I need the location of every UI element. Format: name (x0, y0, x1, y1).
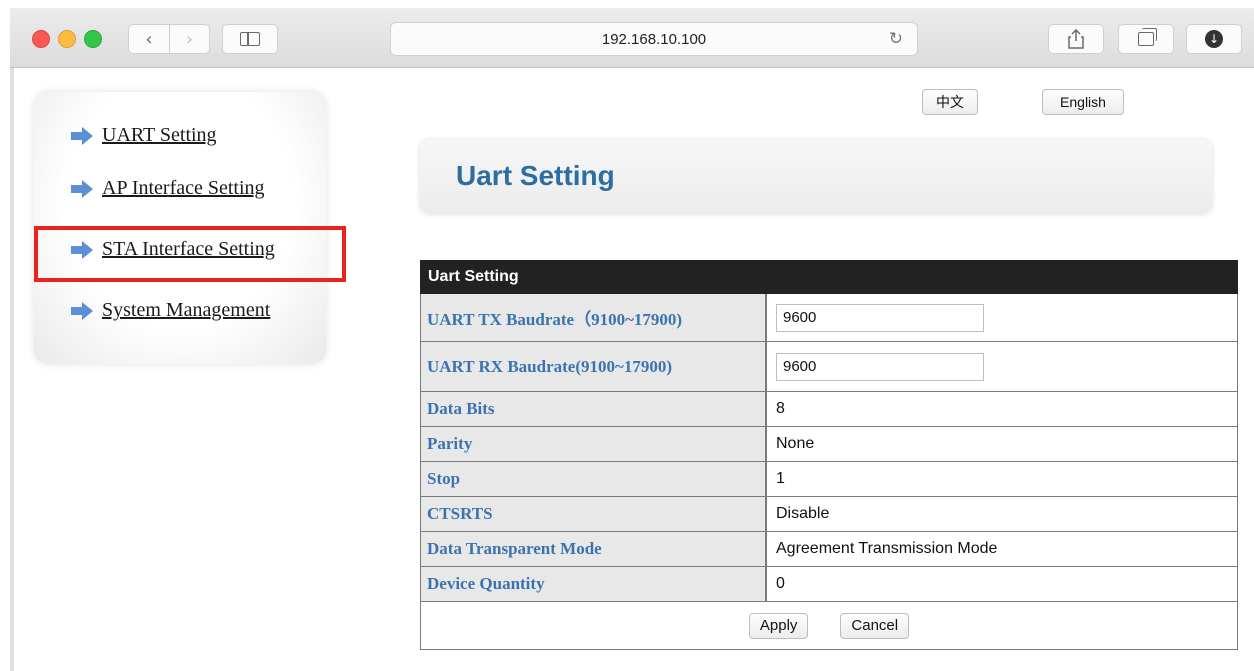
table-row-data-transparent-mode: Data Transparent Mode Agreement Transmis… (420, 532, 1238, 567)
tabs-icon (1138, 28, 1157, 46)
show-tabs-button[interactable] (1118, 24, 1174, 54)
chinese-language-button[interactable]: 中文 (922, 89, 978, 115)
forward-button[interactable]: › (170, 24, 210, 54)
row-label: Data Bits (421, 392, 767, 426)
chevron-right-icon: › (185, 28, 194, 50)
back-button[interactable]: ‹ (128, 24, 170, 54)
address-bar[interactable]: 192.168.10.100 ↻ (390, 22, 918, 56)
stop-value: 1 (767, 462, 1237, 496)
url-text: 192.168.10.100 (601, 30, 707, 48)
arrow-right-icon (71, 179, 93, 198)
reload-icon[interactable]: ↻ (889, 29, 903, 49)
table-row-parity: Parity None (420, 427, 1238, 462)
sidebar-item-label[interactable]: UART Setting (102, 124, 217, 147)
row-value (767, 342, 1237, 391)
parity-value: None (767, 427, 1237, 461)
browser-toolbar: ‹ › 192.168.10.100 ↻ ↓ (10, 8, 1254, 68)
row-value (767, 294, 1237, 341)
highlight-box (34, 226, 346, 282)
table-row-ctsrts: CTSRTS Disable (420, 497, 1238, 532)
table-row-stop: Stop 1 (420, 462, 1238, 497)
chevron-left-icon: ‹ (145, 28, 153, 50)
share-button[interactable] (1048, 24, 1104, 54)
row-label: Device Quantity (421, 567, 767, 601)
row-label: Parity (421, 427, 767, 461)
minimize-window-button[interactable] (58, 30, 76, 48)
header-panel: Uart Setting (420, 140, 1212, 214)
data-transparent-mode-value: Agreement Transmission Mode (767, 532, 1237, 566)
arrow-right-icon (71, 126, 93, 145)
ctsrts-value: Disable (767, 497, 1237, 531)
downloads-button[interactable]: ↓ (1186, 24, 1242, 54)
row-label: UART TX Baudrate（9100~17900) (421, 294, 767, 341)
english-language-button[interactable]: English (1042, 89, 1124, 115)
cancel-button[interactable]: Cancel (840, 612, 910, 639)
sidebar-item-ap-interface-setting[interactable]: AP Interface Setting (70, 177, 265, 200)
sidebar-icon (240, 32, 260, 46)
sidebar-item-label[interactable]: AP Interface Setting (102, 177, 265, 200)
data-bits-value: 8 (767, 392, 1237, 426)
table-heading: Uart Setting (420, 260, 1238, 294)
page-title: Uart Setting (456, 160, 615, 191)
sidebar-item-system-management[interactable]: System Management (70, 299, 270, 322)
window-edge (10, 68, 14, 671)
zoom-window-button[interactable] (84, 30, 102, 48)
device-quantity-value: 0 (767, 567, 1237, 601)
sidebar-toggle-button[interactable] (222, 24, 278, 54)
table-row-device-quantity: Device Quantity 0 (420, 567, 1238, 602)
row-label: Stop (421, 462, 767, 496)
sidebar-item-label[interactable]: System Management (102, 299, 270, 322)
row-label: Data Transparent Mode (421, 532, 767, 566)
apply-button[interactable]: Apply (748, 612, 809, 639)
row-label: CTSRTS (421, 497, 767, 531)
table-row-uart-tx-baudrate: UART TX Baudrate（9100~17900) (420, 294, 1238, 342)
row-label: UART RX Baudrate(9100~17900) (421, 342, 767, 391)
close-window-button[interactable] (32, 30, 50, 48)
table-actions: Apply Cancel (420, 602, 1238, 650)
download-icon: ↓ (1205, 30, 1223, 48)
uart-rx-baudrate-input[interactable] (776, 352, 984, 381)
table-row-uart-rx-baudrate: UART RX Baudrate(9100~17900) (420, 342, 1238, 392)
table-row-data-bits: Data Bits 8 (420, 392, 1238, 427)
uart-tx-baudrate-input[interactable] (776, 303, 984, 332)
share-icon (1068, 29, 1084, 49)
arrow-right-icon (71, 301, 93, 320)
sidebar-item-uart-setting[interactable]: UART Setting (70, 124, 217, 147)
